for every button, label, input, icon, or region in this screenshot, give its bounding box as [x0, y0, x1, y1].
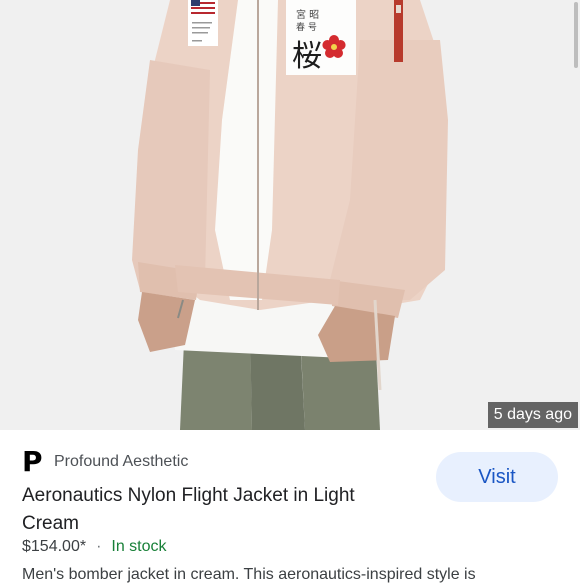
- scrollbar[interactable]: [574, 2, 578, 68]
- product-image[interactable]: 宮 昭 春 号 桜 5 days ago: [0, 0, 580, 430]
- product-description: Men's bomber jacket in cream. This aeron…: [22, 566, 476, 583]
- patch-kanji: 桜: [292, 39, 322, 74]
- price: $154.00*: [22, 538, 87, 555]
- price-row: $154.00* · In stock: [22, 538, 167, 556]
- stock-status: In stock: [111, 538, 167, 555]
- posted-time-badge: 5 days ago: [487, 402, 578, 428]
- product-title[interactable]: Aeronautics Nylon Flight Jacket in Light…: [22, 482, 402, 538]
- jacket-photo: 宮 昭 春 号 桜: [0, 0, 580, 430]
- separator-dot: ·: [96, 538, 102, 555]
- svg-text:春 号: 春 号: [296, 21, 317, 33]
- seller-row[interactable]: P Profound Aesthetic: [22, 448, 188, 476]
- svg-text:宮 昭: 宮 昭: [296, 8, 319, 21]
- seller-name[interactable]: Profound Aesthetic: [54, 453, 188, 471]
- product-info-card: P Profound Aesthetic Visit Aeronautics N…: [0, 430, 580, 583]
- visit-button[interactable]: Visit: [436, 452, 558, 502]
- seller-logo-icon: P: [22, 445, 43, 478]
